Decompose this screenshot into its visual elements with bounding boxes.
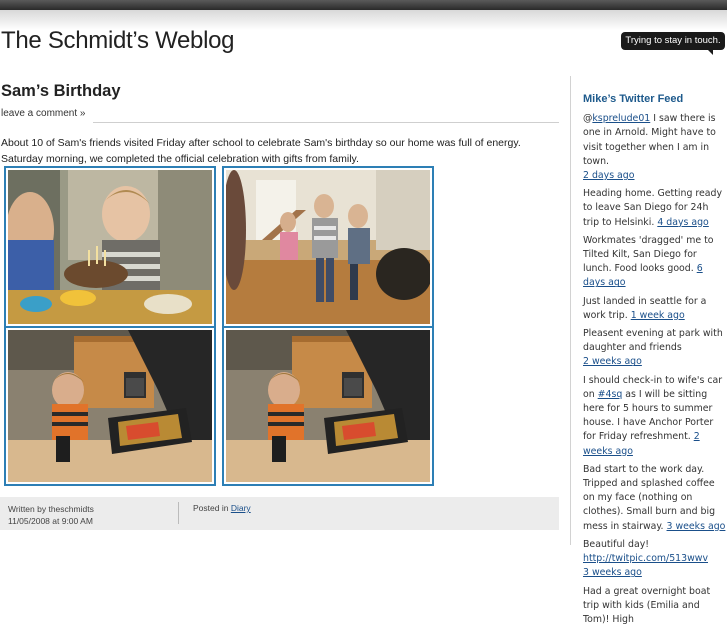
tweet-text: Pleasent evening at park with daughter a… — [583, 328, 723, 354]
top-bar — [0, 0, 727, 10]
post-meta: Written by theschmidts 11/05/2008 at 9:0… — [0, 497, 559, 530]
category-link[interactable]: Diary — [231, 503, 251, 513]
photo-image — [8, 330, 212, 482]
photo-image — [226, 170, 430, 324]
tweet-time-link[interactable]: 3 weeks ago — [667, 521, 726, 532]
post-author: Written by theschmidts — [8, 504, 94, 514]
meta-divider — [178, 502, 179, 524]
sidebar-divider — [570, 76, 571, 545]
post-author-date: Written by theschmidts 11/05/2008 at 9:0… — [8, 503, 94, 527]
tweet: @ksprelude01 I saw there is one in Arnol… — [583, 112, 727, 183]
tweet: Heading home. Getting ready to leave San… — [583, 187, 727, 230]
divider — [93, 122, 559, 123]
tweet: Workmates 'dragged' me to Tilted Kilt, S… — [583, 234, 727, 291]
post-body-line: About 10 of Sam's friends visited Friday… — [1, 137, 521, 149]
tweet: Had a great overnight boat trip with kid… — [583, 585, 727, 628]
tagline-bubble: Trying to stay in touch. — [621, 32, 725, 55]
photo-living-room[interactable] — [222, 166, 434, 328]
post-body-line: Saturday morning, we completed the offic… — [1, 153, 359, 165]
tweet-text: Workmates 'dragged' me to Tilted Kilt, S… — [583, 234, 714, 275]
tweet: Bad start to the work day. Tripped and s… — [583, 463, 727, 534]
post-title[interactable]: Sam’s Birthday — [1, 82, 121, 101]
twitter-feed-title: Mike’s Twitter Feed — [583, 93, 684, 105]
tweet: I should check-in to wife's car on #4sq … — [583, 374, 727, 459]
tweet: Just landed in seattle for a work trip. … — [583, 295, 727, 323]
tweet: Pleasent evening at park with daughter a… — [583, 327, 727, 370]
tweet-time-link[interactable]: 4 days ago — [657, 217, 709, 228]
tweet-time-link[interactable]: 3 weeks ago — [583, 567, 642, 578]
tweet-mention-link[interactable]: ksprelude01 — [592, 113, 650, 124]
tweet: Beautiful day! http://twitpic.com/513wwv… — [583, 538, 727, 581]
tweet-text: Beautiful day! — [583, 538, 649, 550]
photo-image — [226, 330, 430, 482]
photo-gift-box-2[interactable] — [222, 326, 434, 486]
tweet-url-link[interactable]: http://twitpic.com/513wwv — [583, 553, 708, 564]
photo-birthday-cake[interactable] — [4, 166, 216, 328]
photo-image — [8, 170, 212, 324]
tweet-hashtag-link[interactable]: #4sq — [598, 389, 623, 400]
post-date: 11/05/2008 at 9:00 AM — [8, 516, 93, 526]
tweet-text: Had a great overnight boat trip with kid… — [583, 585, 711, 625]
tweet-text: @ — [583, 113, 593, 125]
tweet-time-link[interactable]: 1 week ago — [631, 310, 685, 321]
post-body: About 10 of Sam's friends visited Friday… — [1, 135, 546, 167]
twitter-feed-widget: Mike’s Twitter Feed @ksprelude01 I saw t… — [583, 92, 727, 631]
post-category: Posted in Diary — [193, 503, 251, 513]
photo-gift-box-1[interactable] — [4, 326, 216, 486]
site-title[interactable]: The Schmidt’s Weblog — [1, 27, 235, 55]
leave-comment-link[interactable]: leave a comment » — [1, 108, 86, 119]
tweet-time-link[interactable]: 2 days ago — [583, 170, 635, 181]
posted-in-label: Posted in — [193, 503, 229, 513]
tweet-time-link[interactable]: 2 weeks ago — [583, 356, 642, 367]
